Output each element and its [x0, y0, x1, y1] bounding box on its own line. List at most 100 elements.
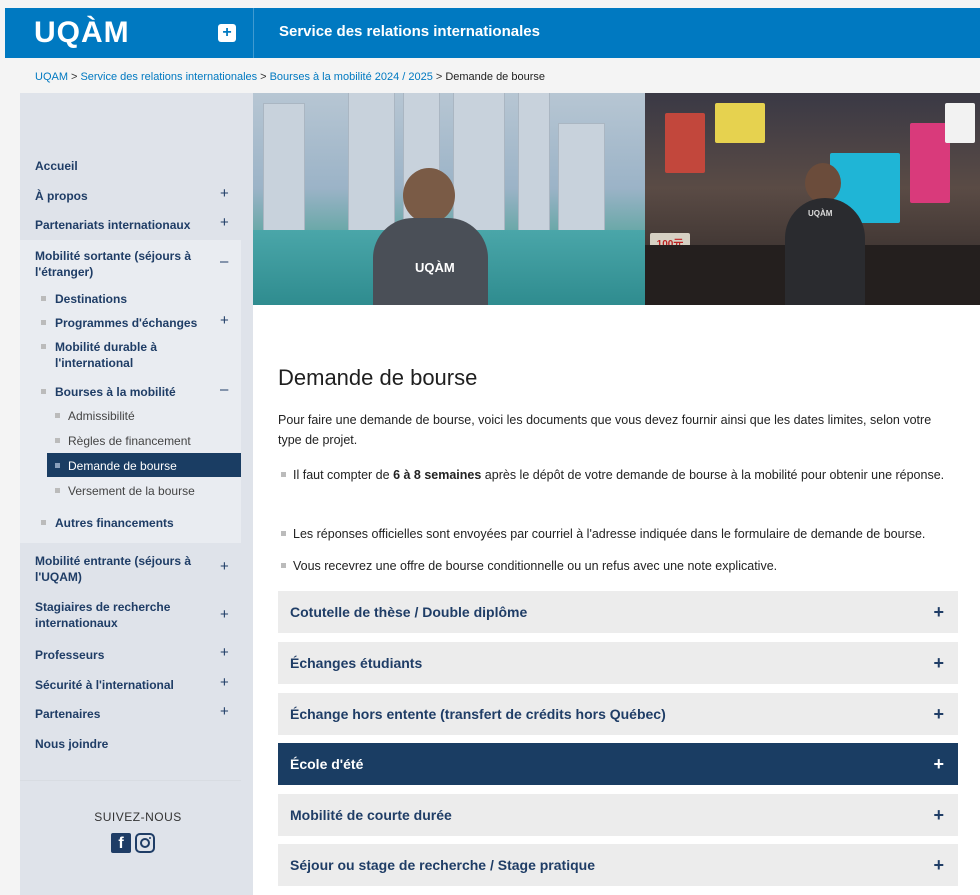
sidebar-item-nous-joindre[interactable]: Nous joindre	[35, 736, 108, 752]
collapse-icon[interactable]: –	[220, 381, 228, 398]
plus-icon[interactable]: +	[933, 855, 944, 876]
breadcrumb: UQAM > Service des relations international…	[35, 71, 545, 83]
accordion-mobilite-courte[interactable]: Mobilité de courte durée +	[278, 794, 958, 836]
shirt-logo-text: UQÀM	[808, 209, 833, 218]
accordion-label: Séjour ou stage de recherche / Stage pra…	[290, 857, 595, 873]
hero-image-beach: UQÀM	[253, 93, 645, 305]
accordion-label: Mobilité de courte durée	[290, 807, 452, 823]
accordion-label: École d'été	[290, 756, 364, 772]
breadcrumb-separator: >	[260, 71, 267, 83]
uqam-logo[interactable]: UQÀM	[34, 16, 204, 50]
shirt-logo-text: UQÀM	[415, 260, 455, 275]
bullet-icon	[55, 413, 60, 418]
intro-paragraph: Pour faire une demande de bourse, voici …	[278, 413, 932, 447]
breadcrumb-current: Demande de bourse	[445, 71, 545, 83]
bullet-icon	[41, 344, 46, 349]
sidebar-item-demande-de-bourse[interactable]: Demande de bourse	[68, 458, 177, 474]
collapse-icon[interactable]: –	[220, 253, 228, 270]
bullet-icon	[281, 563, 286, 568]
breadcrumb-item-uqam[interactable]: UQAM	[35, 71, 68, 83]
plus-icon[interactable]: +	[933, 653, 944, 674]
expand-icon[interactable]: +	[220, 674, 229, 691]
service-title[interactable]: Service des relations internationales	[279, 23, 540, 40]
sidebar-item-destinations[interactable]: Destinations	[55, 291, 127, 307]
bullet-icon	[41, 320, 46, 325]
bullet-icon	[41, 296, 46, 301]
follow-us-label: SUIVEZ-NOUS	[94, 810, 182, 824]
sidebar-item-programmes[interactable]: Programmes d'échanges	[55, 315, 197, 331]
neon-sign-shape	[665, 113, 705, 173]
plus-icon[interactable]: +	[933, 754, 944, 775]
bullet-icon	[41, 520, 46, 525]
note-bold-text: 6 à 8 semaines	[393, 468, 482, 482]
sidebar-item-mobilite-entrante[interactable]: Mobilité entrante (séjours à l'UQAM)	[35, 553, 200, 585]
neon-sign-shape	[715, 103, 765, 143]
facebook-icon[interactable]: f	[111, 833, 131, 853]
plus-icon[interactable]: +	[933, 805, 944, 826]
expand-icon[interactable]: +	[220, 558, 229, 575]
sidebar-item-stagiaires[interactable]: Stagiaires de recherche internationaux	[35, 599, 200, 631]
bullet-icon	[281, 472, 286, 477]
breadcrumb-separator: >	[71, 71, 78, 83]
bullet-icon	[55, 463, 60, 468]
sidebar-item-partenaires[interactable]: Partenaires	[35, 706, 100, 722]
person-head	[805, 163, 841, 203]
expand-icon[interactable]: +	[220, 312, 229, 329]
instagram-icon[interactable]	[135, 833, 155, 853]
building-shape	[348, 93, 395, 235]
neon-sign-shape	[910, 123, 950, 203]
accordion-cotutelle[interactable]: Cotutelle de thèse / Double diplôme +	[278, 591, 958, 633]
person-head	[403, 168, 455, 223]
sidebar-item-mobilite-sortante[interactable]: Mobilité sortante (séjours à l'étranger)	[35, 248, 200, 280]
note-item: Il faut compter de 6 à 8 semaines après …	[293, 465, 958, 485]
note-item: Les réponses officielles sont envoyées p…	[293, 524, 958, 544]
expand-icon[interactable]: +	[220, 644, 229, 661]
main-content: Demande de bourse Pour faire une demande…	[253, 305, 980, 895]
site-header: UQÀM + Service des relations internation…	[5, 8, 980, 58]
note-text: Vous recevrez une offre de bourse condit…	[293, 559, 778, 573]
sidebar-item-professeurs[interactable]: Professeurs	[35, 647, 104, 663]
breadcrumb-item-service[interactable]: Service des relations internationales	[80, 71, 257, 83]
sidebar-item-partenariats[interactable]: Partenariats internationaux	[35, 217, 190, 233]
accordion-sejour-stage[interactable]: Séjour ou stage de recherche / Stage pra…	[278, 844, 958, 886]
expand-icon[interactable]: +	[220, 703, 229, 720]
accordion-label: Échanges étudiants	[290, 655, 423, 671]
expand-icon[interactable]: +	[220, 606, 229, 623]
sidebar-item-admissibilite[interactable]: Admissibilité	[68, 408, 135, 424]
header-divider	[253, 8, 254, 58]
sidebar-item-regles[interactable]: Règles de financement	[68, 433, 191, 449]
expand-icon[interactable]: +	[220, 185, 229, 202]
accordion-echange-hors-entente[interactable]: Échange hors entente (transfert de crédi…	[278, 693, 958, 735]
sidebar-item-accueil[interactable]: Accueil	[35, 158, 78, 174]
plus-icon[interactable]: +	[933, 704, 944, 725]
building-shape	[558, 123, 605, 235]
bullet-icon	[281, 531, 286, 536]
sidebar-item-a-propos[interactable]: À propos	[35, 188, 88, 204]
sidebar-item-bourses[interactable]: Bourses à la mobilité	[55, 384, 176, 400]
note-item: Vous recevrez une offre de bourse condit…	[293, 556, 958, 576]
building-shape	[453, 93, 505, 235]
accordion-label: Échange hors entente (transfert de crédi…	[290, 706, 666, 722]
sidebar-item-securite[interactable]: Sécurité à l'international	[35, 677, 174, 693]
hero-banner: UQÀM 100元 UQÀM	[253, 93, 980, 305]
note-text: après le dépôt de votre demande de bours…	[481, 468, 945, 482]
menu-toggle-button[interactable]: +	[218, 24, 236, 42]
bullet-icon	[55, 438, 60, 443]
bullet-icon	[55, 488, 60, 493]
sidebar-divider	[20, 780, 241, 781]
sidebar-item-mobilite-durable[interactable]: Mobilité durable à l'international	[55, 339, 195, 371]
building-shape	[263, 103, 305, 235]
expand-icon[interactable]: +	[220, 214, 229, 231]
breadcrumb-item-bourses[interactable]: Bourses à la mobilité 2024 / 2025	[270, 71, 433, 83]
bullet-icon	[41, 389, 46, 394]
accordion-echanges-etudiants[interactable]: Échanges étudiants +	[278, 642, 958, 684]
note-text: Il faut compter de	[293, 468, 394, 482]
building-shape	[518, 93, 550, 235]
accordion-ecole-ete[interactable]: École d'été +	[278, 743, 958, 785]
note-text: Les réponses officielles sont envoyées p…	[293, 527, 926, 541]
plus-icon[interactable]: +	[933, 602, 944, 623]
accordion-label: Cotutelle de thèse / Double diplôme	[290, 604, 528, 620]
sidebar-item-autres-financements[interactable]: Autres financements	[55, 515, 174, 531]
breadcrumb-separator: >	[435, 71, 443, 83]
sidebar-item-versement[interactable]: Versement de la bourse	[68, 483, 195, 499]
